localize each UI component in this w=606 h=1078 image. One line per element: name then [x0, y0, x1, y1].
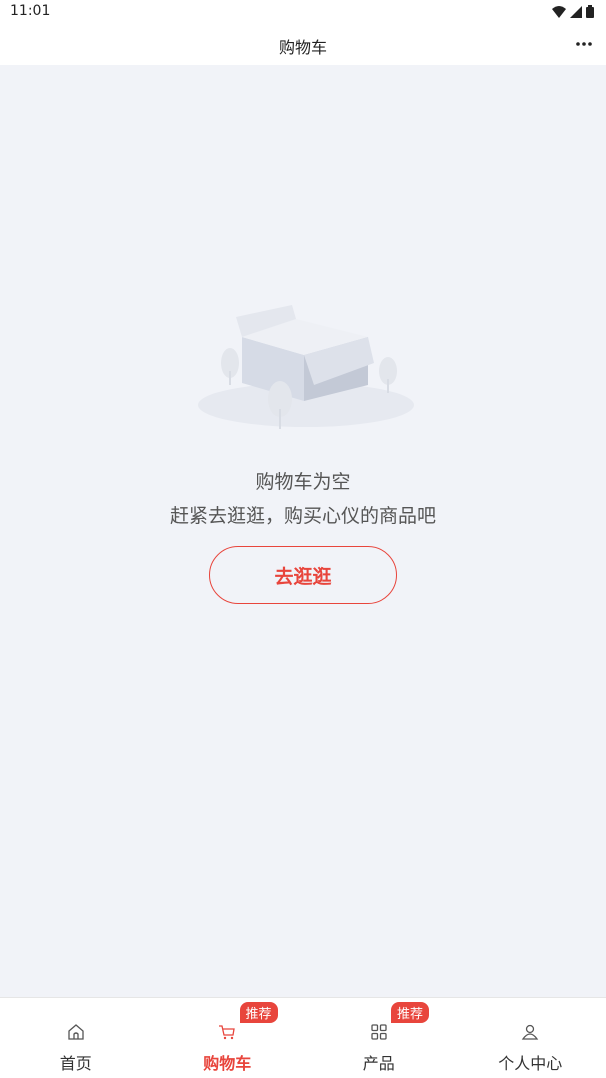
tab-products[interactable]: 推荐 产品	[303, 998, 455, 1078]
home-icon	[66, 1022, 86, 1042]
empty-cart-title: 购物车为空	[255, 471, 351, 493]
more-options-button[interactable]	[574, 34, 594, 54]
cart-icon	[217, 1022, 237, 1042]
grid-icon	[369, 1022, 389, 1042]
battery-icon	[586, 5, 594, 18]
status-bar: 11:01	[0, 0, 606, 24]
tab-home[interactable]: 首页	[0, 998, 152, 1078]
header: 购物车	[0, 24, 606, 65]
tab-profile[interactable]: 个人中心	[455, 998, 606, 1078]
empty-box-illustration	[198, 305, 414, 429]
tab-label: 购物车	[203, 1054, 252, 1073]
empty-cart-subtitle: 赶紧去逛逛，购买心仪的商品吧	[169, 505, 436, 527]
tab-cart[interactable]: 推荐 购物车	[152, 998, 304, 1078]
user-icon	[520, 1022, 540, 1042]
go-shopping-button[interactable]: 去逛逛	[209, 546, 397, 604]
tab-label: 产品	[362, 1054, 395, 1073]
tab-bar: 首页 推荐 购物车 推荐 产品 个人中心	[0, 997, 606, 1078]
page-title: 购物车	[278, 38, 327, 57]
wifi-icon	[552, 5, 566, 18]
status-icons	[552, 5, 594, 18]
more-icon	[576, 42, 592, 46]
cart-content: 购物车为空 赶紧去逛逛，购买心仪的商品吧 去逛逛	[0, 65, 606, 997]
signal-icon	[570, 5, 582, 18]
recommend-badge: 推荐	[391, 1002, 430, 1023]
status-time: 11:01	[10, 3, 51, 19]
recommend-badge: 推荐	[239, 1002, 278, 1023]
tab-label: 个人中心	[498, 1054, 563, 1073]
tab-label: 首页	[59, 1054, 92, 1073]
